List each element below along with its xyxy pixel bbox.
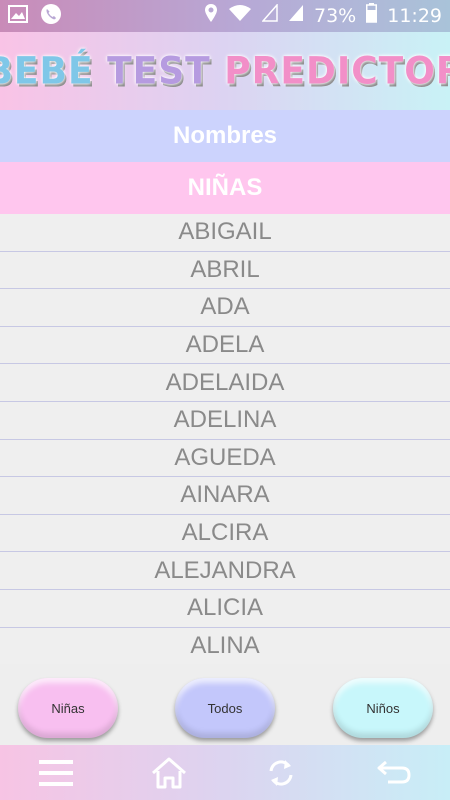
- location-icon: [204, 3, 218, 29]
- wifi-icon: [228, 4, 252, 28]
- list-item[interactable]: ADELINA: [0, 402, 450, 440]
- home-icon[interactable]: [145, 749, 193, 797]
- refresh-icon[interactable]: [257, 749, 305, 797]
- list-item[interactable]: ALINA: [0, 628, 450, 664]
- image-icon: [8, 4, 28, 28]
- signal-icon: [261, 3, 278, 28]
- bottom-navigation: [0, 745, 450, 800]
- category-bar: NIÑAS: [0, 162, 450, 214]
- names-list[interactable]: ABIGAIL ABRIL ADA ADELA ADELAIDA ADELINA…: [0, 214, 450, 664]
- app-logo: BEBÉ TEST PREDICTOR: [0, 49, 450, 92]
- list-item[interactable]: ABRIL: [0, 252, 450, 290]
- list-item[interactable]: ADELAIDA: [0, 364, 450, 402]
- signal-icon: [288, 4, 304, 28]
- phone-icon: [40, 3, 62, 30]
- list-item[interactable]: ABIGAIL: [0, 214, 450, 252]
- list-item[interactable]: AINARA: [0, 477, 450, 515]
- battery-icon: [366, 3, 378, 29]
- app-header: BEBÉ TEST PREDICTOR: [0, 32, 450, 110]
- list-item[interactable]: AGUEDA: [0, 440, 450, 478]
- logo-word-3: PREDICTOR: [224, 49, 450, 93]
- list-item[interactable]: ADA: [0, 289, 450, 327]
- list-item[interactable]: ADELA: [0, 327, 450, 365]
- boys-filter-button[interactable]: Niños: [333, 678, 433, 738]
- logo-word-2: TEST: [107, 49, 211, 93]
- status-bar: 73% 11:29: [0, 0, 450, 32]
- clock: 11:29: [387, 5, 442, 27]
- girls-filter-button[interactable]: Niñas: [18, 678, 118, 738]
- list-item[interactable]: ALEJANDRA: [0, 552, 450, 590]
- back-icon[interactable]: [370, 749, 418, 797]
- logo-word-1: BEBÉ: [0, 49, 94, 93]
- list-item[interactable]: ALCIRA: [0, 515, 450, 553]
- all-filter-button[interactable]: Todos: [175, 678, 275, 738]
- section-title-bar: Nombres: [0, 110, 450, 162]
- battery-percent: 73%: [314, 5, 357, 27]
- list-item[interactable]: ALICIA: [0, 590, 450, 628]
- menu-icon[interactable]: [32, 749, 80, 797]
